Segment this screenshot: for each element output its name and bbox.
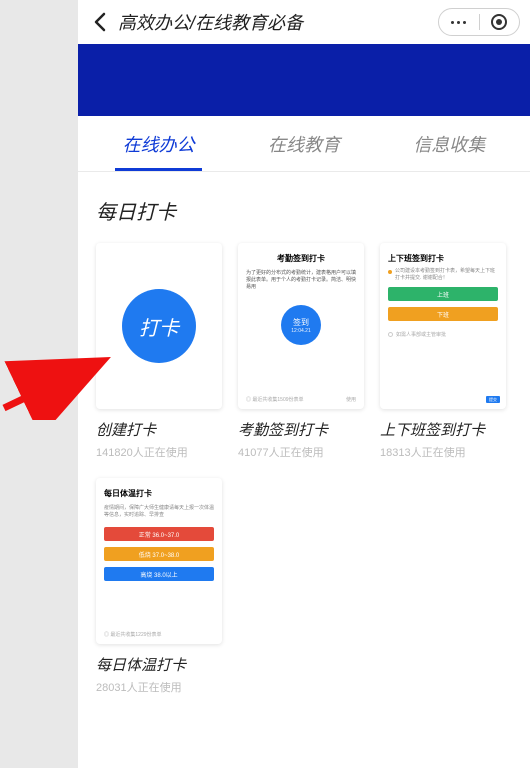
- card-title: 创建打卡: [96, 419, 222, 440]
- tab-info-collection[interactable]: 信息收集: [377, 116, 522, 171]
- section-daily-checkin: 每日打卡 打卡 创建打卡 141820人正在使用 考勤签到打卡 为了更好的分布式…: [78, 172, 530, 695]
- top-bar: 高效办公/在线教育必备: [78, 0, 530, 44]
- card-usage-count: 141820人正在使用: [96, 444, 222, 460]
- page-title: 高效办公/在线教育必备: [118, 9, 303, 35]
- checkin-circle-icon: 打卡: [122, 289, 196, 363]
- tab-online-education[interactable]: 在线教育: [231, 116, 376, 171]
- mini-footer-right: 使用: [346, 396, 356, 403]
- card-usage-count: 18313人正在使用: [380, 444, 506, 460]
- card-preview: 考勤签到打卡 为了更好的分布式的考勤统计，建表格用户可以填报此表单。用于个人的考…: [238, 243, 364, 409]
- mini-desc: 为了更好的分布式的考勤统计，建表格用户可以填报此表单。用于个人的考勤打卡记录。简…: [246, 270, 356, 291]
- mini-footer: 如需人事部或主管审批: [396, 331, 446, 338]
- card-preview: 打卡: [96, 243, 222, 409]
- card-preview: 每日体温打卡 疫情期间，保障广大师生健康请每天上报一次体温等信息，实时追踪、早排…: [96, 478, 222, 644]
- back-button[interactable]: [86, 8, 114, 36]
- tab-online-office[interactable]: 在线办公: [86, 116, 231, 171]
- mini-footer-left: ◎ 最近共收集1509份表单: [246, 396, 304, 403]
- chevron-left-icon: [93, 12, 107, 32]
- template-card[interactable]: 上下班签到打卡 公司建设本考勤签到打卡表，希望每天上下班打卡并提交. 谢谢配合！…: [380, 243, 506, 460]
- card-title: 考勤签到打卡: [238, 419, 364, 440]
- mini-button-low: 低烧 37.0~38.0: [104, 547, 214, 561]
- capsule-close-button[interactable]: [480, 9, 520, 35]
- mini-title: 上下班签到打卡: [388, 253, 498, 264]
- dots-icon: [451, 21, 466, 24]
- mini-button-off: 下班: [388, 307, 498, 321]
- section-title: 每日打卡: [96, 196, 512, 225]
- tab-bar: 在线办公 在线教育 信息收集: [78, 116, 530, 172]
- template-card[interactable]: 考勤签到打卡 为了更好的分布式的考勤统计，建表格用户可以填报此表单。用于个人的考…: [238, 243, 364, 460]
- hero-banner: [78, 44, 530, 116]
- bullet-icon: [388, 270, 392, 274]
- mini-button-high: 高烧 38.0以上: [104, 567, 214, 581]
- miniprogram-capsule: [438, 8, 520, 36]
- card-title: 上下班签到打卡: [380, 419, 506, 440]
- mini-note: 公司建设本考勤签到打卡表，希望每天上下班打卡并提交. 谢谢配合！: [395, 268, 498, 281]
- template-card[interactable]: 每日体温打卡 疫情期间，保障广大师生健康请每天上报一次体温等信息，实时追踪、早排…: [96, 478, 222, 695]
- capsule-menu-button[interactable]: [439, 9, 479, 35]
- card-usage-count: 41077人正在使用: [238, 444, 364, 460]
- mini-footer: ◎ 最近共收集1229份表单: [104, 631, 162, 638]
- mini-button-normal: 正常 36.0~37.0: [104, 527, 214, 541]
- mini-title: 考勤签到打卡: [246, 253, 356, 264]
- card-usage-count: 28031人正在使用: [96, 679, 222, 695]
- card-preview: 上下班签到打卡 公司建设本考勤签到打卡表，希望每天上下班打卡并提交. 谢谢配合！…: [380, 243, 506, 409]
- card-title: 每日体温打卡: [96, 654, 222, 675]
- app-viewport: 高效办公/在线教育必备 在线办公 在线教育 信息收集 每日打卡 打卡 创建: [78, 0, 530, 768]
- template-grid: 打卡 创建打卡 141820人正在使用 考勤签到打卡 为了更好的分布式的考勤统计…: [96, 243, 512, 695]
- mini-title: 每日体温打卡: [104, 488, 214, 499]
- circle-icon: [388, 332, 393, 337]
- signin-circle-icon: 签到 12:04.21: [281, 305, 321, 345]
- mini-desc: 疫情期间，保障广大师生健康请每天上报一次体温等信息，实时追踪、早排查: [104, 505, 214, 519]
- submit-badge: 提交: [486, 396, 500, 403]
- target-icon: [491, 14, 507, 30]
- template-card[interactable]: 打卡 创建打卡 141820人正在使用: [96, 243, 222, 460]
- mini-button-on: 上班: [388, 287, 498, 301]
